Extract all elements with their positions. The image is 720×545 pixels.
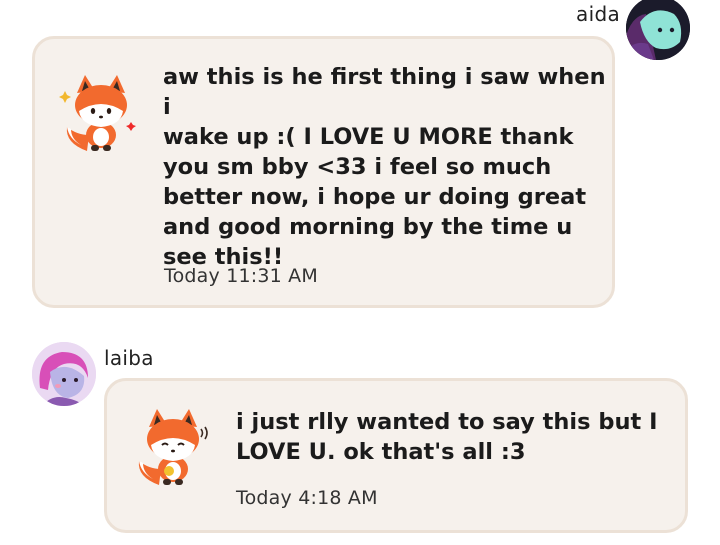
avatar-aida-image	[626, 0, 690, 60]
username-aida[interactable]: aida	[576, 2, 620, 26]
message-timestamp-laiba: Today 4:18 AM	[236, 487, 378, 509]
avatar-aida[interactable]	[626, 0, 690, 60]
message-card-laiba: i just rlly wanted to say this but I LOV…	[104, 378, 688, 533]
avatar-laiba[interactable]	[32, 342, 96, 406]
message-text-laiba: i just rlly wanted to say this but I LOV…	[236, 409, 658, 465]
fox-sticker-icon[interactable]	[57, 73, 139, 155]
avatar-laiba-image	[32, 342, 96, 406]
message-card-aida: aw this is he first thing i saw when i w…	[32, 36, 615, 308]
username-laiba[interactable]: laiba	[104, 346, 154, 370]
fox-sticker-icon[interactable]	[129, 407, 211, 489]
message-timestamp-aida: Today 11:31 AM	[164, 265, 318, 287]
message-text-aida: aw this is he first thing i saw when i w…	[163, 64, 606, 270]
